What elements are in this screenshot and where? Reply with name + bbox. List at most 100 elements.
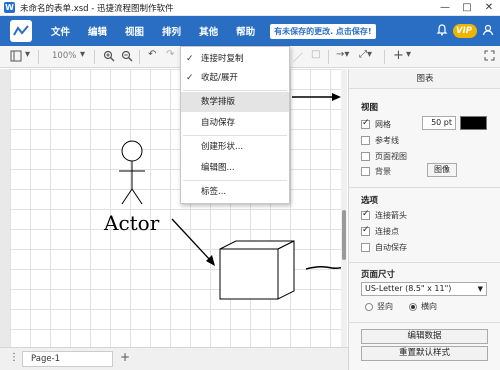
toolbar-divider: [384, 50, 385, 64]
landscape-label: 横向: [421, 302, 437, 311]
portrait-label: 竖向: [377, 302, 393, 311]
menu-extras[interactable]: 其他: [190, 24, 227, 38]
menu-item-collapse-expand[interactable]: ✓ 收起/展开: [181, 68, 289, 88]
line-color-icon[interactable]: ／: [293, 49, 303, 64]
checkbox-label: 参考线: [375, 135, 399, 145]
check-icon: ✓: [186, 73, 194, 83]
insert-icon[interactable]: +: [393, 48, 404, 63]
menu-help[interactable]: 帮助: [227, 24, 264, 38]
user-icon[interactable]: [482, 24, 494, 39]
checkbox-box[interactable]: [361, 118, 370, 129]
sidebar-divider: [348, 187, 500, 188]
cube-shape[interactable]: [219, 240, 295, 300]
minimize-button[interactable]: —: [434, 0, 456, 16]
actor-label[interactable]: Actor: [104, 211, 159, 235]
sidebar-divider: [348, 262, 500, 263]
freehand-line[interactable]: [305, 265, 347, 270]
maximize-button[interactable]: □: [456, 0, 478, 16]
menu-item-edit-diagram[interactable]: 编辑图...: [181, 158, 289, 178]
grid-size-input[interactable]: 50 pt: [422, 116, 456, 130]
shape-icon[interactable]: □: [311, 49, 320, 60]
toolbar-divider: [139, 50, 140, 64]
chevron-down-icon[interactable]: ▾: [25, 49, 30, 60]
menu-item-copy-on-connect[interactable]: ✓ 连接时复制: [181, 49, 289, 69]
connection-points-checkbox[interactable]: 连接点: [361, 225, 399, 237]
menu-item-label: 收起/展开: [201, 73, 238, 83]
drawing-canvas[interactable]: Actor: [10, 69, 347, 347]
page-size-select[interactable]: US-Letter (8.5" x 11") ▼: [361, 282, 487, 296]
grid-color-swatch[interactable]: [460, 116, 487, 130]
grid-checkbox[interactable]: 网格: [361, 118, 391, 130]
options-section-title: 选项: [361, 196, 379, 206]
title-bar: W 未命名的表单.xsd - 迅捷流程图制作软件 — □ ✕: [0, 0, 500, 16]
waypoint-icon[interactable]: ⤢▾: [359, 49, 372, 60]
checkbox-box[interactable]: [361, 151, 370, 161]
close-button[interactable]: ✕: [478, 0, 500, 16]
menu-view[interactable]: 视图: [116, 24, 153, 38]
menu-items: 文件 编辑 视图 排列 其他 帮助: [42, 24, 264, 38]
app-icon: W: [4, 2, 15, 13]
menu-arrange[interactable]: 排列: [153, 24, 190, 38]
reset-default-style-button[interactable]: 重置默认样式: [361, 346, 488, 361]
notification-icon[interactable]: [436, 23, 448, 39]
chevron-down-icon: ▼: [477, 285, 483, 293]
insert-dropdown-icon[interactable]: ▾: [406, 49, 411, 60]
portrait-radio[interactable]: [365, 302, 373, 311]
page-tabs-bar: ⋮ Page-1 +: [0, 347, 348, 370]
unsaved-changes-notice[interactable]: 有未保存的更改. 点击保存!: [270, 23, 376, 39]
arrow-connector[interactable]: [292, 93, 341, 101]
zoom-in-icon[interactable]: [103, 50, 115, 65]
canvas-scrollbar[interactable]: [341, 69, 347, 347]
menu-item-autosave[interactable]: 自动保存: [181, 113, 289, 133]
page-tab[interactable]: Page-1: [22, 351, 113, 367]
menu-item-label: 连接时复制: [201, 54, 244, 64]
menu-item-tags[interactable]: 标签...: [181, 182, 289, 202]
pages-menu-icon[interactable]: ⋮: [9, 352, 19, 363]
actor-shape[interactable]: [119, 140, 145, 205]
canvas-scrollbar-thumb[interactable]: [342, 210, 346, 260]
redo-icon[interactable]: ↷: [166, 49, 174, 60]
undo-icon[interactable]: ↶: [148, 49, 156, 60]
page-view-checkbox[interactable]: 页面视图: [361, 150, 407, 162]
checkbox-box[interactable]: [361, 225, 370, 236]
checkbox-box[interactable]: [361, 166, 370, 176]
menu-item-label: 标签...: [201, 187, 227, 197]
vip-badge[interactable]: VIP: [453, 24, 477, 38]
toolbar-divider: [94, 50, 95, 64]
checkbox-label: 连接箭头: [375, 210, 407, 220]
menu-edit[interactable]: 编辑: [79, 24, 116, 38]
landscape-radio[interactable]: [409, 302, 417, 311]
page-size-value: US-Letter (8.5" x 11"): [365, 284, 452, 293]
fullscreen-icon[interactable]: [484, 50, 495, 64]
edit-data-button[interactable]: 编辑数据: [361, 329, 488, 344]
zoom-level[interactable]: 100%: [52, 51, 76, 61]
zoom-dropdown-icon[interactable]: ▾: [80, 49, 85, 60]
connector-icon[interactable]: →▾: [336, 49, 349, 60]
page-size-section-title: 页面尺寸: [361, 270, 396, 280]
background-checkbox[interactable]: 背景: [361, 165, 391, 177]
background-image-button[interactable]: 图像: [427, 163, 457, 177]
guides-checkbox[interactable]: 参考线: [361, 134, 399, 146]
autosave-checkbox[interactable]: 自动保存: [361, 241, 407, 253]
menu-divider: [183, 135, 287, 136]
sidebar-title: 图表: [349, 69, 500, 89]
checkbox-box[interactable]: [361, 209, 370, 220]
page-view-icon[interactable]: [10, 50, 22, 65]
check-icon: ✓: [186, 54, 194, 64]
checkbox-label: 自动保存: [375, 242, 407, 252]
menu-item-math-typesetting[interactable]: 数学排版: [181, 92, 289, 112]
diagonal-arrow[interactable]: [171, 218, 215, 266]
menu-file[interactable]: 文件: [42, 24, 79, 38]
add-page-icon[interactable]: +: [120, 350, 130, 364]
menu-divider: [183, 90, 287, 91]
menu-item-create-shape[interactable]: 创建形状...: [181, 137, 289, 157]
checkbox-label: 背景: [375, 166, 391, 176]
connection-arrows-checkbox[interactable]: 连接箭头: [361, 209, 407, 221]
sidebar-divider: [348, 322, 500, 323]
canvas-area[interactable]: Actor: [0, 69, 347, 347]
extras-dropdown-menu: ✓ 连接时复制 ✓ 收起/展开 数学排版 自动保存 创建形状... 编辑图...…: [180, 46, 290, 204]
checkbox-label: 连接点: [375, 226, 399, 236]
checkbox-box[interactable]: [361, 135, 370, 145]
zoom-out-icon[interactable]: [121, 50, 133, 65]
checkbox-box[interactable]: [361, 242, 370, 252]
